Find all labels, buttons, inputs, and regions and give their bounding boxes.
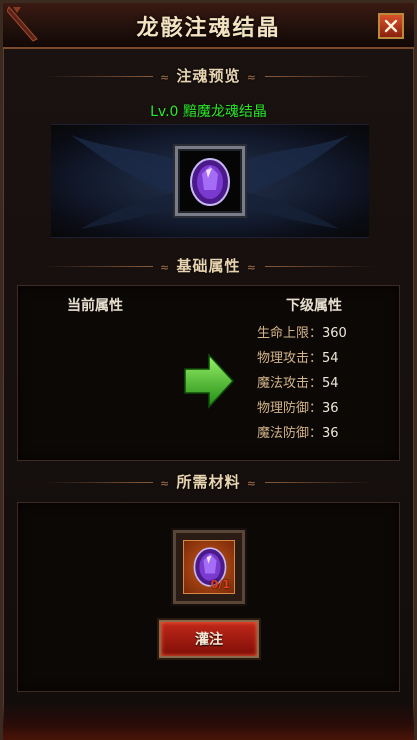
title-bar: 龙骸注魂结晶 bbox=[3, 3, 414, 49]
stat-row: 魔法攻击：54 bbox=[257, 372, 339, 391]
stat-row: 物理攻击：54 bbox=[257, 347, 339, 366]
stat-value: 360 bbox=[322, 326, 347, 341]
stat-name: 物理攻击： bbox=[257, 351, 323, 366]
stat-row: 物理防御：36 bbox=[257, 397, 339, 416]
stat-name: 魔法攻击： bbox=[257, 376, 323, 391]
materials-header-label: 所需材料 bbox=[176, 473, 241, 491]
bottom-glow bbox=[3, 703, 414, 740]
window-title: 龙骸注魂结晶 bbox=[136, 16, 281, 41]
close-button[interactable] bbox=[378, 13, 404, 39]
stat-name: 物理防御： bbox=[257, 401, 323, 416]
infusion-window: 龙骸注魂结晶 ≈ 注魂预览 ≈ Lv.0 黯魔龙魂结晶 ≈ 基础属性 ≈ 当前属… bbox=[0, 0, 417, 740]
purple-gem-icon bbox=[190, 158, 230, 206]
materials-section-header: ≈ 所需材料 ≈ bbox=[3, 472, 414, 492]
stat-name: 生命上限： bbox=[257, 326, 323, 341]
attributes-header-label: 基础属性 bbox=[176, 257, 241, 275]
infuse-button[interactable]: 灌注 bbox=[159, 620, 259, 658]
preview-item-name: Lv.0 黯魔龙魂结晶 bbox=[150, 104, 267, 120]
stat-row: 魔法防御：36 bbox=[257, 422, 339, 441]
attributes-section-header: ≈ 基础属性 ≈ bbox=[3, 256, 414, 276]
stat-name: 魔法防御： bbox=[257, 426, 323, 441]
preview-item-slot[interactable] bbox=[175, 146, 245, 216]
material-item-slot[interactable]: 0/1 bbox=[173, 530, 245, 604]
stat-value: 36 bbox=[322, 401, 339, 416]
preview-header-label: 注魂预览 bbox=[176, 67, 241, 85]
preview-section-header: ≈ 注魂预览 ≈ bbox=[3, 66, 414, 86]
material-count: 0/1 bbox=[210, 578, 230, 591]
current-attributes-label: 当前属性 bbox=[67, 298, 123, 314]
green-arrow-right-icon bbox=[184, 353, 235, 409]
stat-value: 54 bbox=[322, 351, 339, 366]
stat-value: 54 bbox=[322, 376, 339, 391]
stat-value: 36 bbox=[322, 426, 339, 441]
material-item-background: 0/1 bbox=[183, 540, 235, 594]
next-attributes-label: 下级属性 bbox=[286, 298, 342, 314]
stat-row: 生命上限：360 bbox=[257, 322, 347, 341]
close-icon bbox=[384, 19, 398, 33]
